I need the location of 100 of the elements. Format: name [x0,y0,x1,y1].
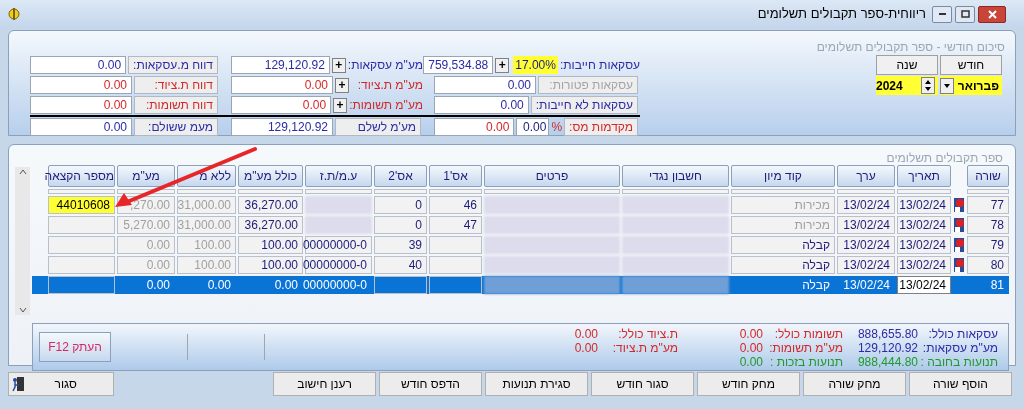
percent-sign: % [550,119,564,136]
column-header[interactable]: אס'2 [374,165,427,187]
column-header[interactable]: תאריך [897,165,951,187]
field-label: מע"מ ת.ציוד: [357,77,423,94]
column-header[interactable]: מע"מ [117,165,175,187]
plus-button[interactable]: + [331,57,346,73]
field-label: מע"מ תשומות: [349,97,423,114]
action-button[interactable]: מחק שורה [803,372,906,396]
value-field[interactable]: 759,534.88 [423,56,494,74]
rate-value: 17.00% [513,56,558,74]
field-label: דווח תשומות: [145,97,213,114]
column-header[interactable]: ערך [837,165,895,187]
value-field[interactable]: 129,120.92 [231,56,330,74]
table-cell: קבלה [731,256,835,274]
value-field[interactable]: 0.00 [30,56,127,74]
column-header[interactable]: ע.מ/ת.ז [305,165,372,187]
total-label: מע"מ עסקאות: [921,340,998,357]
value-field[interactable]: 0.00 [231,96,332,114]
value-field[interactable]: 0.00 [30,76,132,94]
column-header[interactable]: אס'1 [429,165,482,187]
year-spinner[interactable]: 2024 [876,76,938,95]
total-label: ת.ציוד כולל: [617,326,678,343]
value-field[interactable]: 0.00 [231,76,333,94]
column-header[interactable]: שורה [967,165,1009,187]
action-button[interactable]: מחק חודש [697,372,800,396]
year-header[interactable]: שנה [876,55,938,75]
column-header[interactable]: קוד מיון [731,165,835,187]
table-cell: 13/02/24 [897,236,951,254]
table-cell: 13/02/24 [837,196,895,214]
action-button[interactable]: סגירת תנועות [485,372,588,396]
total-label: תנועות בחובה : [919,354,998,371]
table-cell: 13/02/24 [897,216,951,234]
copy-button[interactable]: העתק F12 [39,332,111,362]
table-cell: 100.00 [238,256,303,274]
table-cell: 00000000-0 [305,256,372,274]
field-label: מע'מ לשלם [357,119,416,136]
value-field[interactable]: 0.00 [434,96,529,114]
field-label: עסקאות פטורות: [549,77,633,94]
table-cell: 13/02/24 [897,196,951,214]
total-label: עסקאות כולל: [927,326,998,343]
action-button[interactable]: סגור חודש [591,372,694,396]
table-cell: 13/02/24 [837,236,895,254]
total-value: 888,655.80 [857,326,918,343]
total-label: תשומות כולל: [773,326,843,343]
value-field[interactable]: 0.00 [30,118,132,136]
action-button[interactable]: רענן חישוב [273,372,376,396]
table-cell: 0 [374,196,427,214]
table-cell: 47 [429,216,482,234]
table-cell: 13/02/24 [897,256,951,274]
table-cell: 44010608 [48,196,115,214]
table-cell: 13/02/24 [837,256,895,274]
field-label: מע"מ עסקאות: [347,57,423,74]
table-cell: 0.00 [117,236,175,254]
table-cell: 13/02/24 [897,276,951,294]
table-cell: 46 [429,196,482,214]
table-cell: 100.00 [238,236,303,254]
plus-button[interactable]: + [335,77,349,93]
panel-title: סיכום חודשי - ספר תקבולים תשלומים [815,39,1006,55]
total-label: מע"מ תשומות: [768,340,843,357]
total-value: 129,120.92 [857,340,918,357]
table-cell: 00000000-0 [305,236,372,254]
table-cell: 36,270.00 [238,216,303,234]
panel-title: ספר תקבולים תשלומים [885,150,1004,165]
table-cell: 100.00 [177,236,236,254]
table-cell: 78 [967,216,1009,234]
month-header[interactable]: חודש [940,55,1002,75]
table-cell: 40 [374,256,427,274]
rate-field[interactable]: 0.00 [516,118,550,136]
column-header[interactable]: חשבון נגדי [622,165,729,187]
total-value: 0.00 [739,340,763,357]
table-cell: 77 [967,196,1009,214]
table-cell: 80 [967,256,1009,274]
value-field[interactable]: 129,120.92 [231,118,333,136]
table-cell: 31,000.00 [177,216,236,234]
total-label: תנועות בזכות : [769,354,843,371]
table-cell: 5,270.00 [117,216,175,234]
total-value: 988,444.80 [857,354,918,371]
field-label: עסקאות לא חייבות: [535,97,633,114]
action-button[interactable]: הדפס חודש [379,372,482,396]
field-label: דווח ת.ציוד: [154,77,213,94]
close-form-button[interactable]: סגור [8,372,114,396]
plus-button[interactable]: + [495,57,510,73]
table-cell: מכירות [731,196,835,214]
table-cell: 0 [374,216,427,234]
total-value: 0.00 [574,340,598,357]
table-cell: 13/02/24 [837,216,895,234]
table-cell: 79 [967,236,1009,254]
month-dropdown[interactable]: פברואר [940,76,1002,95]
field-label: מקדמות מס: [569,119,633,136]
field-label: עסקאות חייבות: [559,57,640,74]
value-field[interactable]: 0.00 [434,118,515,136]
table-cell: מכירות [731,216,835,234]
column-header[interactable]: פרטים [484,165,620,187]
field-label: דווח מ.עסקאות: [133,57,213,74]
column-header[interactable]: כולל מע"מ [238,165,303,187]
action-button[interactable]: הוסף שורה [909,372,1012,396]
plus-button[interactable]: + [333,97,348,113]
table-cell: קבלה [731,236,835,254]
window-title: ריווחית-ספר תקבולים תשלומים [757,5,926,24]
value-field[interactable]: 0.00 [30,96,132,114]
